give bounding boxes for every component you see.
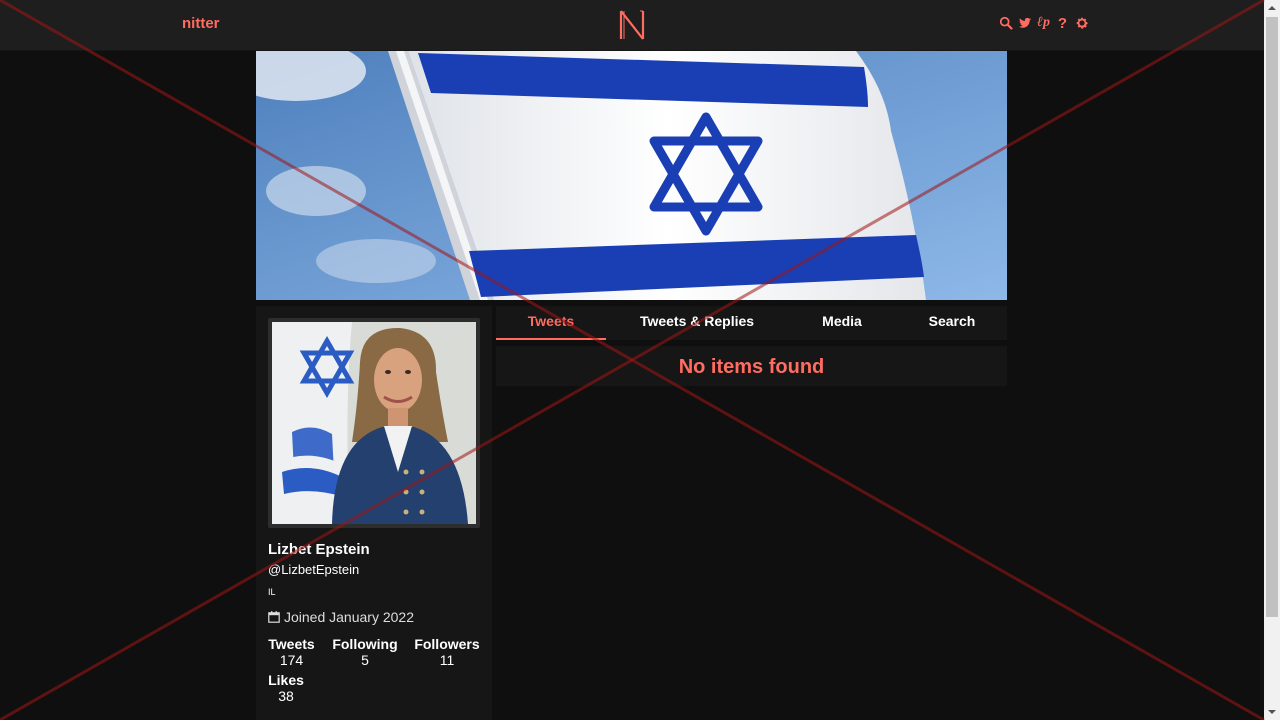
stat-following[interactable]: Following 5 — [331, 636, 399, 668]
help-icon[interactable]: ? — [1055, 14, 1070, 32]
scroll-down-arrow-icon[interactable] — [1264, 704, 1280, 720]
brand-link[interactable]: nitter — [182, 15, 220, 32]
page-scrollbar[interactable] — [1264, 0, 1280, 720]
timeline-tabs: Tweets Tweets & Replies Media Search — [496, 306, 1007, 340]
top-navbar: nitter ℓp ? — [0, 0, 1264, 51]
tab-tweets-and-replies[interactable]: Tweets & Replies — [626, 306, 768, 340]
twitter-bird-icon[interactable] — [1017, 15, 1032, 31]
profile-joined: Joined January 2022 — [268, 609, 414, 625]
stat-likes-value: 38 — [278, 688, 294, 704]
tab-search[interactable]: Search — [906, 306, 998, 340]
rss-label: ℓp — [1037, 15, 1050, 30]
stat-following-value: 5 — [361, 652, 369, 668]
stat-followers-value: 11 — [439, 652, 455, 668]
nitter-logo-icon[interactable] — [618, 9, 646, 41]
scrollbar-thumb[interactable] — [1266, 17, 1278, 617]
profile-username[interactable]: @LizbetEpstein — [268, 562, 359, 577]
search-icon[interactable] — [998, 15, 1013, 31]
nav-icon-group: ℓp ? — [998, 14, 1089, 32]
stat-following-label: Following — [332, 636, 398, 652]
stat-tweets-label: Tweets — [268, 636, 315, 652]
gear-icon[interactable] — [1074, 15, 1089, 31]
joined-date: Joined January 2022 — [284, 609, 414, 625]
profile-bio: IL — [268, 587, 276, 597]
rss-icon[interactable]: ℓp — [1036, 15, 1051, 31]
stat-followers[interactable]: Followers 11 — [414, 636, 480, 668]
calendar-icon — [268, 611, 280, 623]
help-label: ? — [1057, 14, 1068, 32]
stat-likes[interactable]: Likes 38 — [268, 672, 304, 704]
tab-media[interactable]: Media — [796, 306, 888, 340]
israel-flag-banner-image — [256, 51, 1007, 300]
stat-tweets[interactable]: Tweets 174 — [268, 636, 315, 668]
stat-likes-label: Likes — [268, 672, 304, 688]
scroll-up-arrow-icon[interactable] — [1264, 0, 1280, 16]
avatar[interactable] — [272, 322, 476, 524]
profile-fullname[interactable]: Lizbet Epstein — [268, 541, 370, 558]
avatar-photo — [272, 322, 476, 524]
stat-followers-label: Followers — [414, 636, 480, 652]
timeline-empty-message: No items found — [496, 346, 1007, 386]
tab-tweets[interactable]: Tweets — [496, 306, 606, 340]
profile-banner[interactable] — [256, 51, 1007, 300]
profile-card: Lizbet Epstein @LizbetEpstein IL Joined … — [256, 306, 492, 720]
avatar-frame[interactable] — [268, 318, 480, 528]
stat-tweets-value: 174 — [279, 652, 304, 668]
